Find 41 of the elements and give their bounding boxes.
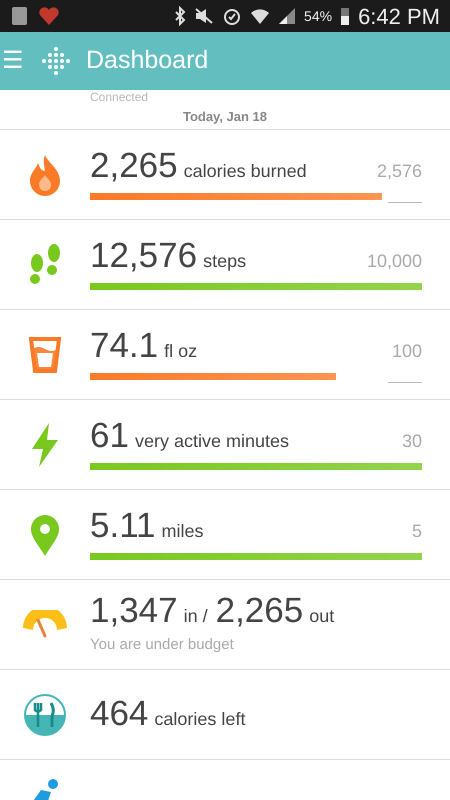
signal-icon (278, 7, 296, 25)
goal-value: 10,000 (366, 250, 422, 273)
battery-icon (340, 6, 350, 26)
metric-unit: fl oz (164, 340, 198, 363)
metric-value: 74.1 (90, 328, 158, 363)
gauge-icon (21, 610, 69, 640)
page-title: Dashboard (86, 45, 208, 76)
metric-unit: steps (203, 250, 246, 273)
metric-value: 12,576 (90, 238, 198, 273)
cup-icon (28, 336, 62, 374)
metric-unit: calories burned (184, 160, 307, 183)
date-label: Today, Jan 18 (182, 108, 268, 126)
goal-value: 30 (402, 430, 422, 453)
flame-icon (28, 152, 62, 196)
budget-note: You are under budget (90, 634, 235, 655)
goal-value: 5 (412, 520, 422, 543)
goal-value: 100 (392, 340, 422, 363)
metric-value: 5.11 (90, 508, 156, 543)
metric-value: 2,265 (216, 592, 304, 628)
metric-value: 464 (90, 696, 148, 731)
metric-value: 1,347 (90, 592, 178, 628)
metric-unit: out (309, 604, 334, 628)
connection-status: Connected (90, 90, 148, 104)
metric-unit: in / (184, 604, 208, 628)
location-pin-icon (29, 512, 61, 556)
heart-icon (38, 6, 60, 26)
mute-icon (194, 7, 214, 25)
menu-icon[interactable]: ☰ (0, 49, 26, 73)
metric-unit: miles (162, 520, 204, 543)
lightning-icon (29, 422, 61, 468)
wifi-icon (250, 7, 270, 25)
logo-icon (42, 46, 70, 76)
metric-value: 61 (90, 418, 129, 453)
metric-unit: very active minutes (134, 430, 289, 453)
goal-value: 2,576 (376, 160, 422, 183)
metric-unit: calories left (154, 708, 246, 731)
bluetooth-icon (174, 6, 186, 26)
battery-percent: 54% (304, 6, 332, 26)
metric-value: 2,265 (90, 148, 178, 183)
clock: 6:42 PM (358, 2, 440, 30)
fork-knife-icon (24, 694, 66, 736)
